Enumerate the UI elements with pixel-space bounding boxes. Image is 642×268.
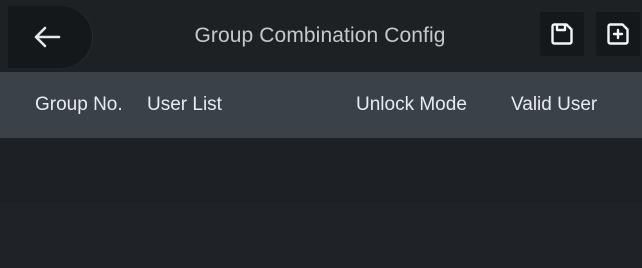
table-row bbox=[0, 202, 642, 268]
top-bar: Group Combination Config bbox=[0, 0, 642, 72]
arrow-left-icon bbox=[34, 26, 61, 48]
group-combination-config-screen: Group Combination Config Group No. User … bbox=[0, 0, 642, 268]
column-header-user-list: User List bbox=[147, 94, 222, 115]
save-icon bbox=[551, 23, 573, 45]
column-header-unlock-mode: Unlock Mode bbox=[356, 94, 467, 115]
save-button[interactable] bbox=[540, 12, 584, 56]
table-header: Group No. User List Unlock Mode Valid Us… bbox=[0, 72, 642, 138]
column-header-group-no: Group No. bbox=[35, 94, 123, 115]
column-header-valid-user: Valid User bbox=[511, 94, 598, 115]
back-button[interactable] bbox=[8, 6, 92, 68]
page-title: Group Combination Config bbox=[194, 24, 446, 47]
table-row bbox=[0, 138, 642, 202]
add-icon bbox=[607, 23, 629, 45]
add-button[interactable] bbox=[596, 12, 640, 56]
